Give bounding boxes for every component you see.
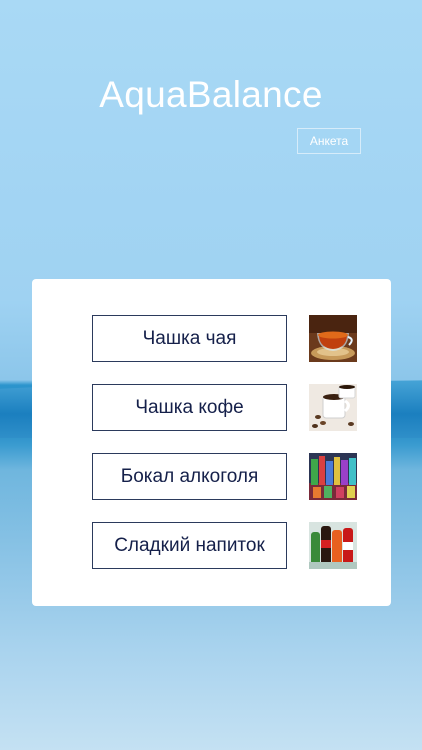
survey-button[interactable]: Анкета bbox=[297, 128, 361, 154]
alcohol-glass-button[interactable]: Бокал алкоголя bbox=[92, 453, 287, 500]
app-title: AquaBalance bbox=[99, 74, 323, 115]
coffee-cup-button[interactable]: Чашка кофе bbox=[92, 384, 287, 431]
tea-cup-button[interactable]: Чашка чая bbox=[92, 315, 287, 362]
drink-option-sweet: Сладкий напиток bbox=[92, 522, 359, 569]
drink-options-card: Чашка чая Чашка кофе Бокал алкоголя Слад… bbox=[32, 279, 391, 606]
drink-option-coffee: Чашка кофе bbox=[92, 384, 359, 431]
coffee-cup-image[interactable] bbox=[309, 384, 357, 431]
sweet-drink-button[interactable]: Сладкий напиток bbox=[92, 522, 287, 569]
alcohol-bottles-image[interactable] bbox=[309, 453, 357, 500]
drink-option-tea: Чашка чая bbox=[92, 315, 359, 362]
soda-bottles-image[interactable] bbox=[309, 522, 357, 569]
tea-cup-image[interactable] bbox=[309, 315, 357, 362]
drink-option-alcohol: Бокал алкоголя bbox=[92, 453, 359, 500]
